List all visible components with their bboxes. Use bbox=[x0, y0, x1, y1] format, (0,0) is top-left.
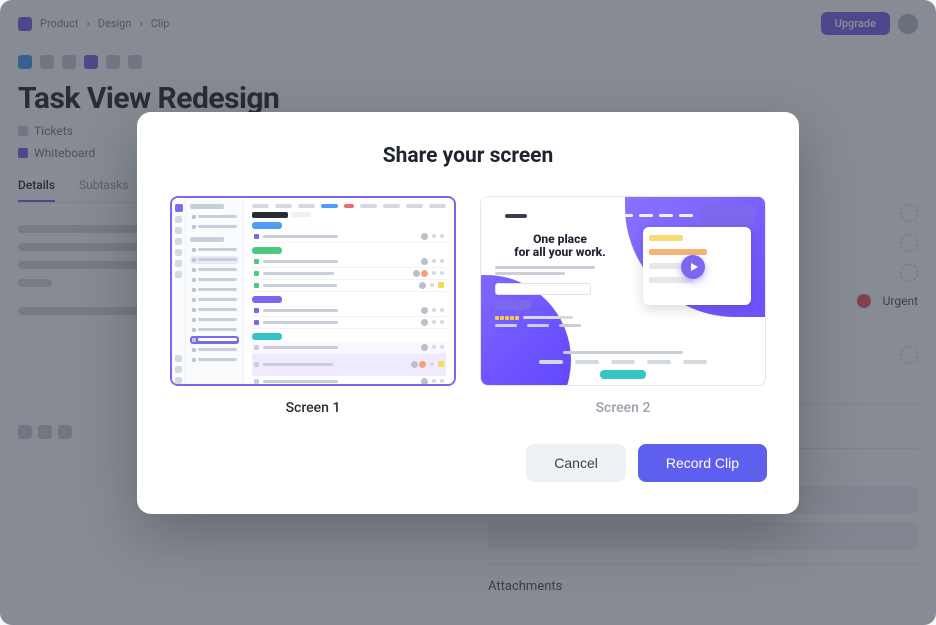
modal-title: Share your screen bbox=[169, 144, 767, 168]
cancel-button[interactable]: Cancel bbox=[526, 444, 626, 482]
nav-icon bbox=[175, 249, 182, 256]
screen-1-label: Screen 1 bbox=[170, 400, 456, 416]
nav-icon bbox=[175, 355, 182, 362]
screen-1-thumbnail[interactable] bbox=[170, 196, 456, 386]
record-clip-button[interactable]: Record Clip bbox=[638, 444, 767, 482]
hero-headline: One place for all your work. bbox=[495, 233, 625, 261]
website-preview: One place for all your work. bbox=[481, 197, 765, 385]
nav-icon bbox=[175, 238, 182, 245]
modal-overlay: Share your screen bbox=[0, 0, 936, 625]
screen-choices: Screen 1 bbox=[169, 196, 767, 416]
modal-actions: Cancel Record Clip bbox=[169, 444, 767, 482]
logo-icon bbox=[175, 204, 183, 212]
email-input-preview bbox=[495, 283, 591, 295]
play-video-icon bbox=[681, 255, 705, 279]
cta-button-preview bbox=[495, 300, 531, 310]
app-preview bbox=[172, 198, 454, 384]
nav-icon bbox=[175, 366, 182, 373]
nav-icon bbox=[175, 377, 182, 384]
nav-icon bbox=[175, 216, 182, 223]
screen-2-thumbnail[interactable]: One place for all your work. bbox=[480, 196, 766, 386]
signup-button bbox=[699, 205, 755, 227]
nav-icon bbox=[175, 271, 182, 278]
nav-icon bbox=[175, 260, 182, 267]
site-logo-icon bbox=[491, 212, 499, 220]
screen-1-option[interactable]: Screen 1 bbox=[170, 196, 456, 416]
screen-2-option[interactable]: One place for all your work. bbox=[480, 196, 766, 416]
share-screen-modal: Share your screen bbox=[137, 112, 799, 514]
screen-2-label: Screen 2 bbox=[480, 400, 766, 416]
nav-icon bbox=[175, 227, 182, 234]
